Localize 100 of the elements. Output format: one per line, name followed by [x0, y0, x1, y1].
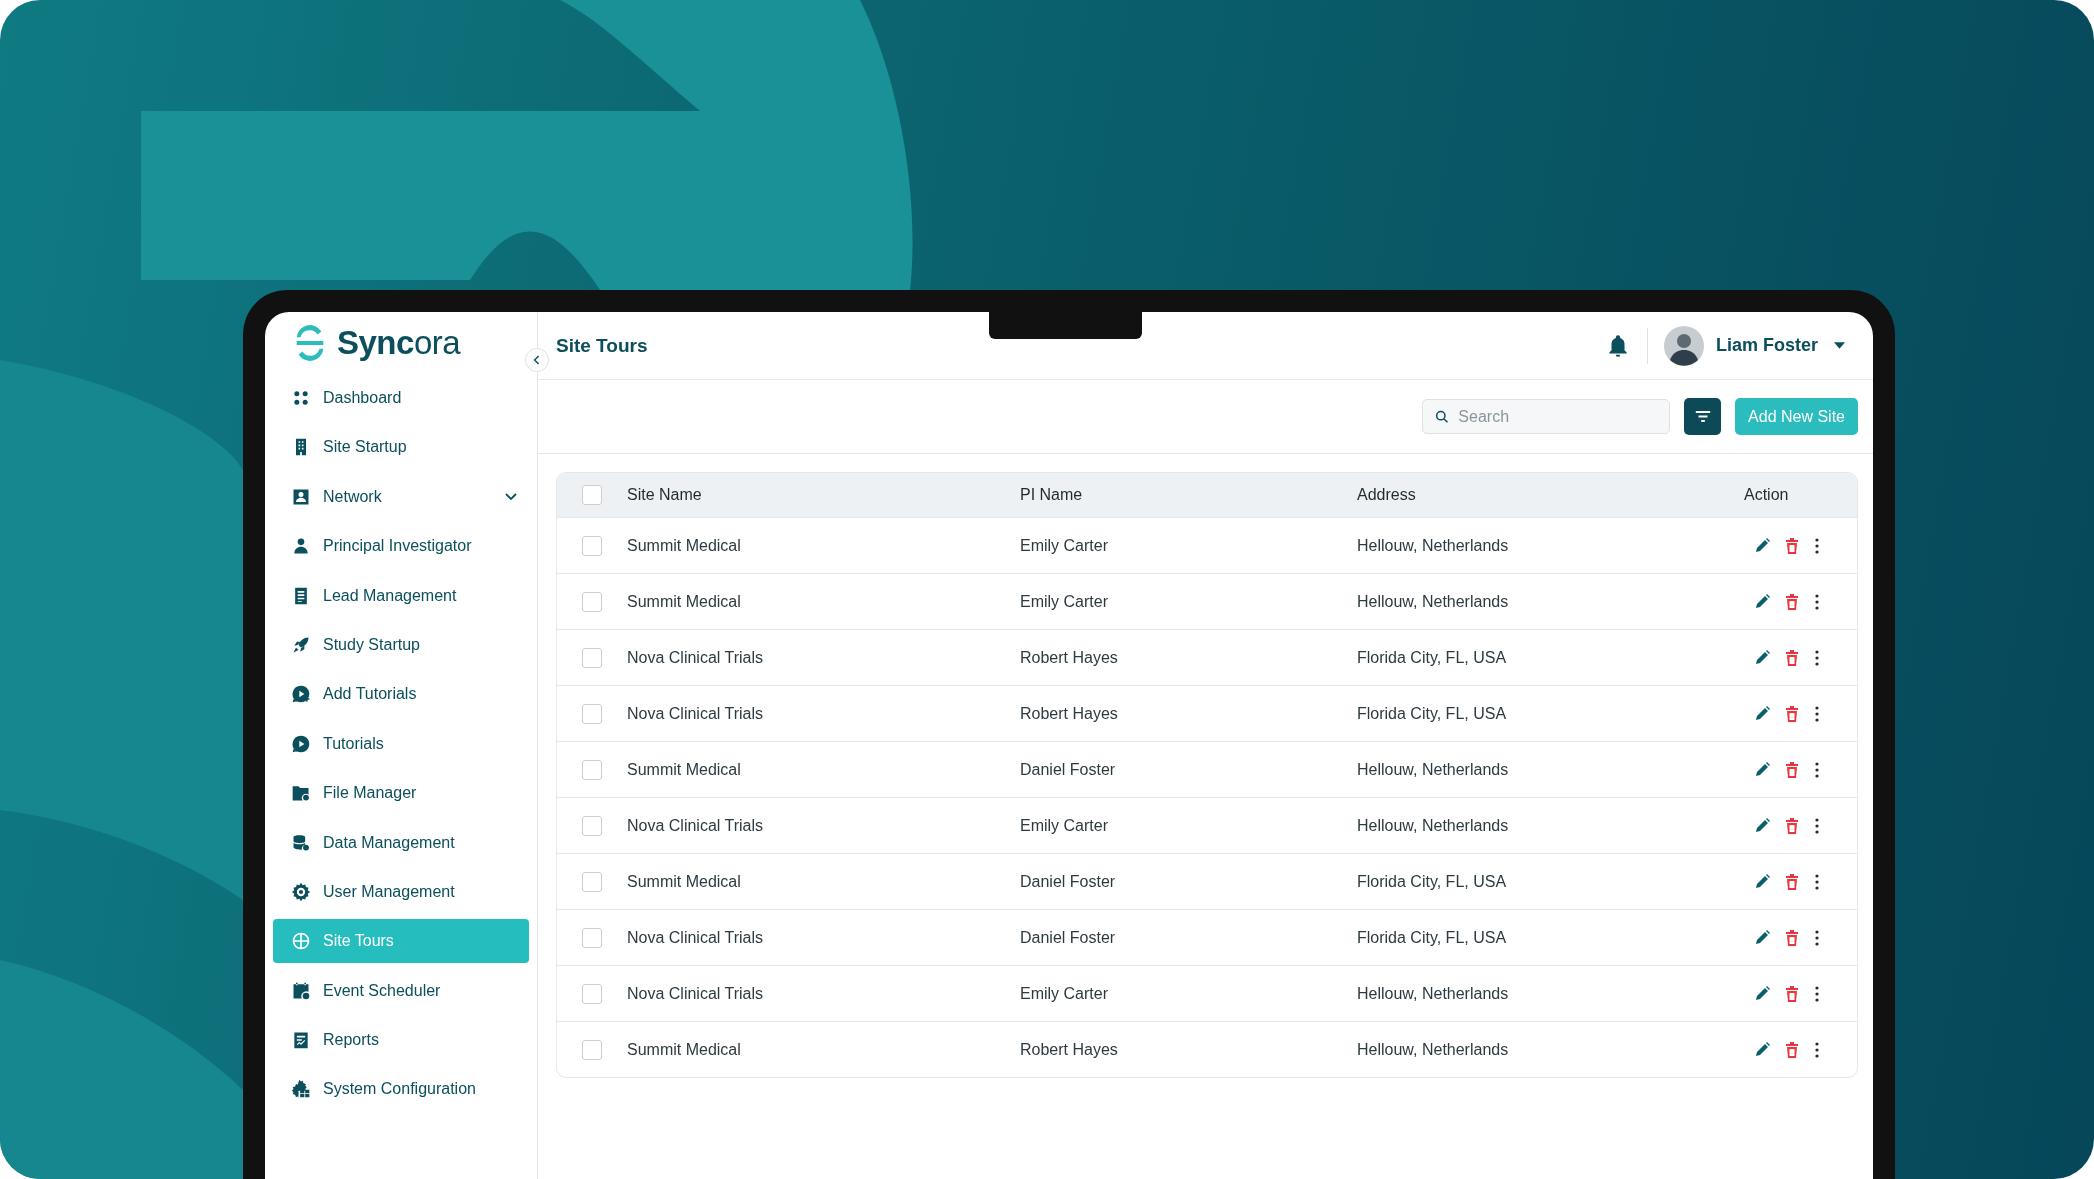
sidebar-item[interactable]: Reports [273, 1018, 529, 1063]
pencil-icon[interactable] [1754, 705, 1770, 722]
pencil-icon[interactable] [1754, 593, 1770, 610]
sidebar-item[interactable]: Data Management [273, 820, 529, 865]
table-cell: Hellouw, Netherlands [1357, 816, 1509, 834]
gear-icon [291, 881, 311, 902]
row-checkbox[interactable] [582, 1039, 602, 1060]
table-cell: Emily Carter [1020, 536, 1108, 554]
trash-icon[interactable] [1784, 929, 1800, 946]
trash-icon[interactable] [1784, 705, 1800, 722]
folder-gear-icon [291, 783, 311, 804]
collapse-button[interactable] [525, 348, 549, 372]
sidebar-item[interactable]: Lead Management [273, 573, 529, 618]
pencil-icon[interactable] [1754, 537, 1770, 554]
more-icon[interactable] [1814, 929, 1820, 946]
pencil-icon[interactable] [1754, 649, 1770, 666]
table-cell: Summit Medical [627, 872, 741, 890]
sidebar-item[interactable]: Site Startup [273, 425, 529, 470]
person-icon [291, 536, 311, 557]
table-cell: Robert Hayes [1020, 648, 1118, 666]
table-cell: Robert Hayes [1020, 704, 1118, 722]
globe-icon [291, 931, 311, 952]
table-cell: Daniel Foster [1020, 760, 1116, 778]
table-cell: Robert Hayes [1020, 1040, 1118, 1058]
database-gear-icon [291, 832, 311, 853]
trash-icon[interactable] [1784, 649, 1800, 666]
table-cell: Florida City, FL, USA [1357, 928, 1507, 946]
trash-icon[interactable] [1784, 537, 1800, 554]
table-cell: Nova Clinical Trials [627, 928, 764, 946]
table-cell: Summit Medical [627, 760, 741, 778]
trash-icon[interactable] [1784, 761, 1800, 778]
row-checkbox[interactable] [582, 927, 602, 948]
more-icon[interactable] [1814, 593, 1820, 610]
more-icon[interactable] [1814, 873, 1820, 890]
sidebar-item[interactable]: Principal Investigator [273, 524, 529, 569]
sidebar-item[interactable]: Tutorials [273, 721, 529, 766]
row-checkbox[interactable] [582, 535, 602, 556]
caret-icon[interactable] [1834, 342, 1845, 349]
table-cell: Hellouw, Netherlands [1357, 1040, 1509, 1058]
table-cell: Hellouw, Netherlands [1357, 536, 1509, 554]
search-icon [1435, 409, 1449, 424]
more-icon[interactable] [1814, 1041, 1820, 1058]
more-icon[interactable] [1814, 705, 1820, 722]
more-icon[interactable] [1814, 817, 1820, 834]
table-cell: Nova Clinical Trials [627, 648, 764, 666]
sidebar-item[interactable]: User Management [273, 869, 529, 914]
sidebar-item[interactable]: Dashboard [273, 376, 529, 420]
row-checkbox[interactable] [582, 647, 602, 668]
pencil-icon[interactable] [1754, 929, 1770, 946]
table-cell: Daniel Foster [1020, 928, 1116, 946]
sidebar-item[interactable]: File Manager [273, 771, 529, 816]
avatar-icon [1663, 325, 1704, 366]
sidebar-item[interactable]: Study Startup [273, 622, 529, 667]
filter-icon [1693, 409, 1712, 424]
calendar-check-icon [291, 980, 311, 1001]
pencil-icon[interactable] [1754, 1041, 1770, 1058]
table-cell: Summit Medical [627, 536, 741, 554]
table-cell: Emily Carter [1020, 592, 1108, 610]
sidebar-item[interactable]: Add Tutorials [273, 672, 529, 717]
column-header: Site Name [627, 486, 702, 503]
row-checkbox[interactable] [582, 703, 602, 724]
table-cell: Emily Carter [1020, 816, 1108, 834]
search-input[interactable]: Search [1456, 406, 1658, 427]
column-header: Action [1744, 486, 1789, 503]
trash-icon[interactable] [1784, 817, 1800, 834]
table-cell: Florida City, FL, USA [1357, 872, 1507, 890]
trash-icon[interactable] [1784, 985, 1800, 1002]
column-header: Address [1357, 486, 1416, 503]
more-icon[interactable] [1814, 761, 1820, 778]
pencil-icon[interactable] [1754, 985, 1770, 1002]
trash-icon[interactable] [1784, 1041, 1800, 1058]
column-header: PI Name [1020, 486, 1083, 503]
more-icon[interactable] [1814, 649, 1820, 666]
pencil-icon[interactable] [1754, 761, 1770, 778]
table-cell: Nova Clinical Trials [627, 984, 764, 1002]
row-checkbox[interactable] [582, 815, 602, 836]
play-icon [291, 733, 311, 754]
table-cell: Florida City, FL, USA [1357, 648, 1507, 666]
select-all-checkbox[interactable] [582, 485, 602, 505]
page-title: Site Tours [556, 334, 648, 357]
trash-icon[interactable] [1784, 593, 1800, 610]
sidebar-item[interactable]: Network [273, 474, 529, 519]
clipboard-icon [291, 1030, 311, 1051]
sidebar-item[interactable]: System Configuration [273, 1067, 529, 1112]
row-checkbox[interactable] [582, 983, 602, 1004]
trash-icon[interactable] [1784, 873, 1800, 890]
sidebar-item[interactable]: Event Scheduler [273, 968, 529, 1013]
more-icon[interactable] [1814, 985, 1820, 1002]
chevron-down-icon [505, 492, 517, 501]
filter-button[interactable] [1684, 398, 1722, 435]
pencil-icon[interactable] [1754, 817, 1770, 834]
row-checkbox[interactable] [582, 591, 602, 612]
table-cell: Nova Clinical Trials [627, 704, 764, 722]
more-icon[interactable] [1814, 537, 1820, 554]
chevron-left-icon [533, 355, 541, 365]
row-checkbox[interactable] [582, 759, 602, 780]
user-name[interactable]: Liam Foster [1715, 335, 1818, 356]
row-checkbox[interactable] [582, 871, 602, 892]
search-field[interactable]: Search [1422, 399, 1671, 434]
pencil-icon[interactable] [1754, 873, 1770, 890]
